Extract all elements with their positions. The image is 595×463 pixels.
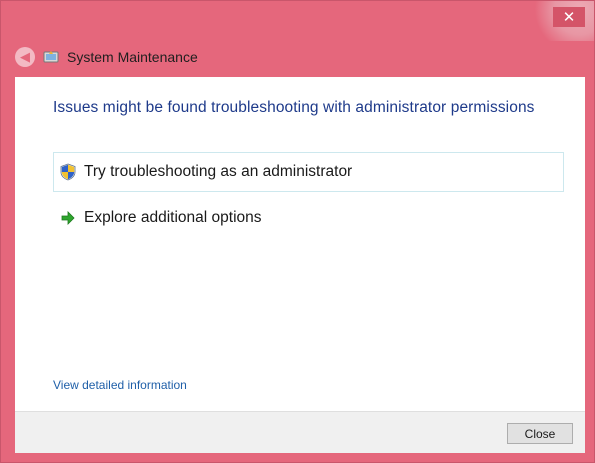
option-label: Explore additional options: [84, 209, 262, 226]
close-button[interactable]: Close: [507, 423, 573, 444]
window-title: System Maintenance: [67, 49, 198, 65]
option-explore-additional[interactable]: Explore additional options: [53, 198, 564, 238]
back-arrow-icon: ◀: [20, 49, 30, 65]
view-detailed-information-link[interactable]: View detailed information: [53, 378, 187, 392]
main-content: Issues might be found troubleshooting wi…: [15, 77, 585, 411]
page-heading: Issues might be found troubleshooting wi…: [53, 99, 535, 116]
green-arrow-icon: [61, 211, 75, 225]
uac-shield-icon: [60, 163, 76, 181]
window-frame: ✕ ◀ System Maintenance Issues might be f…: [0, 0, 595, 463]
option-troubleshoot-as-admin[interactable]: Try troubleshooting as an administrator: [53, 152, 564, 192]
close-icon: ✕: [562, 7, 576, 26]
footer-bar: Close: [15, 411, 585, 453]
title-bar: ◀ System Maintenance: [15, 43, 198, 71]
option-label: Try troubleshooting as an administrator: [84, 163, 353, 180]
window-close-button[interactable]: ✕: [553, 7, 585, 27]
back-button[interactable]: ◀: [15, 47, 35, 67]
system-maintenance-icon: [43, 51, 59, 63]
